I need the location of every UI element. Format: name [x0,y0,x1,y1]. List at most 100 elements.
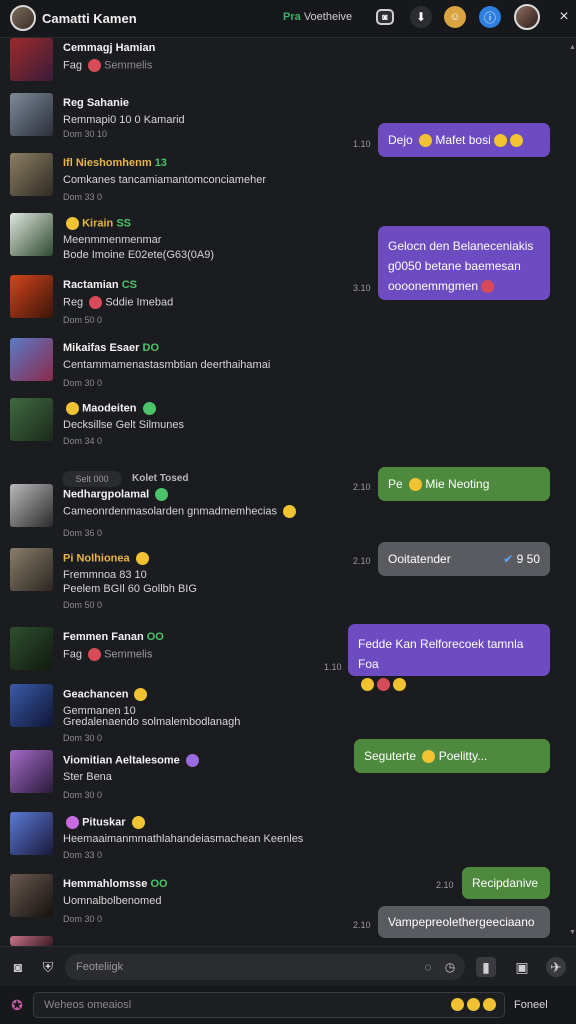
sender-avatar[interactable] [10,684,53,727]
sender-avatar[interactable] [10,275,53,318]
emoji-icon [155,488,169,501]
message-text: Fag [63,648,82,661]
message-text: Fag [63,59,82,72]
attach-icon[interactable]: ✈ [546,957,566,977]
message-subtext: Semmelis [104,59,153,72]
sender-name: Nedhargpolamal [63,488,150,501]
message-time: Dom 30 10 [63,129,108,139]
sent-message[interactable]: Fedde Kan Relforecoek tamnla Foa [348,624,550,692]
emoji-icon [361,678,374,692]
camera-icon[interactable]: ◙ [376,9,394,25]
send-button[interactable]: Foneel [514,999,548,1011]
refresh-icon[interactable]: ◌ [418,957,438,977]
emoji-icon [88,59,102,72]
sender-avatar[interactable] [10,936,53,946]
sent-message[interactable]: Pe Mie Neoting [378,467,550,501]
emoji-icon [419,133,433,147]
emoji-icon[interactable] [451,998,464,1011]
emoji-icon [509,133,523,147]
sender-avatar[interactable] [10,484,53,527]
status-text: Voetheive [303,11,353,23]
sender-avatar[interactable] [10,750,53,793]
clock-icon[interactable]: ◷ [440,957,460,977]
emoji-icon[interactable] [483,998,496,1011]
emoji-icon [377,678,390,692]
date-divider: Selt 000 [62,471,122,487]
message-time: Dom 30 0 [63,378,103,388]
sticker-icon[interactable]: ▮ [476,957,496,977]
sent-message[interactable]: Vampepreolethergeeciaano [378,906,550,938]
sender-name: Ifl Nieshomhenm [63,157,152,169]
emoji-icon [66,402,79,415]
gif-icon[interactable]: ▣ [512,957,532,977]
sender-name: Reg Sahanie [63,97,130,109]
secondary-input[interactable]: Weheos omeaiosl [33,992,505,1018]
emoji-icon [185,754,199,767]
composer-bar: ◙ ⛨ Feoteliigk ◌ ◷ ▮ ▣ ✈ [0,946,576,986]
emoji-icon [422,749,436,763]
camera-icon[interactable]: ◙ [8,957,28,977]
close-icon[interactable]: × [553,6,575,28]
sender-avatar[interactable] [10,398,53,441]
sender-avatar[interactable] [10,812,53,855]
message-time: Dom 50 0 [63,600,103,610]
sent-message[interactable]: Ooitatender ✔ 9 50 [378,542,550,576]
sent-message[interactable]: Gelocn den Belaneceniakis g0050 betane b… [378,226,550,300]
message-time: Dom 30 0 [63,790,103,800]
emoji-icon [131,816,145,829]
message-text: Decksillse Gelt Silmunes [63,419,185,431]
check-icon: ✔ [503,552,514,566]
message-subtext: Bode Imoine E02ete(G63(0A9) [63,249,215,261]
scroll-down-icon[interactable]: ▼ [569,929,576,936]
message-input[interactable]: Feoteliigk [65,954,465,980]
emoji-face-icon[interactable]: ☺ [444,6,466,28]
sender-tag: CS [121,279,137,291]
message-time: Dom 30 0 [63,733,103,743]
emoji-icon [142,402,156,415]
sender-avatar[interactable] [10,213,53,256]
sender-name: Geachancen [63,688,129,701]
sent-message[interactable]: Seguterte Poelitty... [354,739,550,773]
sender-tag: SS [116,217,131,230]
sender-avatar[interactable] [10,874,53,917]
scrollbar[interactable]: ▲ ▼ [569,44,576,939]
sender-name: Femmen Fanan [63,631,144,643]
sender-avatar[interactable] [10,548,53,591]
sender-avatar[interactable] [10,93,53,136]
sender-avatar[interactable] [10,153,53,196]
sent-time: 2.10 [353,920,371,930]
sender-name: Kirain [82,217,114,230]
sender-name: Hemmahlomsse [63,878,148,890]
sender-avatar[interactable] [10,38,53,81]
gamepad-icon[interactable]: ✪ [7,995,27,1015]
download-icon[interactable]: ⬇ [410,6,432,28]
sender-tag: DO [142,342,160,354]
user-avatar-icon[interactable] [514,4,540,30]
scroll-up-icon[interactable]: ▲ [569,44,576,51]
sender-avatar[interactable] [10,627,53,670]
message-text: Heemaaimanmmathlahandeiasmachean Keenles [63,833,304,845]
message-text: Remmapi0 10 0 Kamarid [63,114,185,126]
contact-avatar[interactable] [10,5,36,31]
emoji-icon [409,477,423,491]
message-time: Dom 36 0 [63,528,103,538]
emoji-icon [89,296,103,309]
shield-icon[interactable]: ⛨ [38,957,58,977]
emoji-icon [88,648,102,661]
message-time: Dom 34 0 [63,436,103,446]
sender-avatar[interactable] [10,338,53,381]
info-icon[interactable]: ⓘ [479,6,501,28]
sent-message[interactable]: Recipdanive [462,867,550,899]
message-text: Uomnalbolbenomed [63,895,162,907]
emoji-icon [283,505,297,518]
emoji-icon[interactable] [467,998,480,1011]
message-subtext: Semmelis [104,648,153,661]
emoji-icon [393,678,406,692]
status-badge: Pra [283,11,301,23]
sender-name: Mikaifas Esaer [63,342,140,354]
sent-message[interactable]: Dejo Mafet bosi [378,123,550,157]
message-time: Dom 30 0 [63,914,103,924]
message-time: Dom 33 0 [63,850,103,860]
emoji-icon [493,133,507,147]
message-feed[interactable]: Cemmagj Hamian Fag Semmelis Reg Sahanie … [0,38,576,946]
